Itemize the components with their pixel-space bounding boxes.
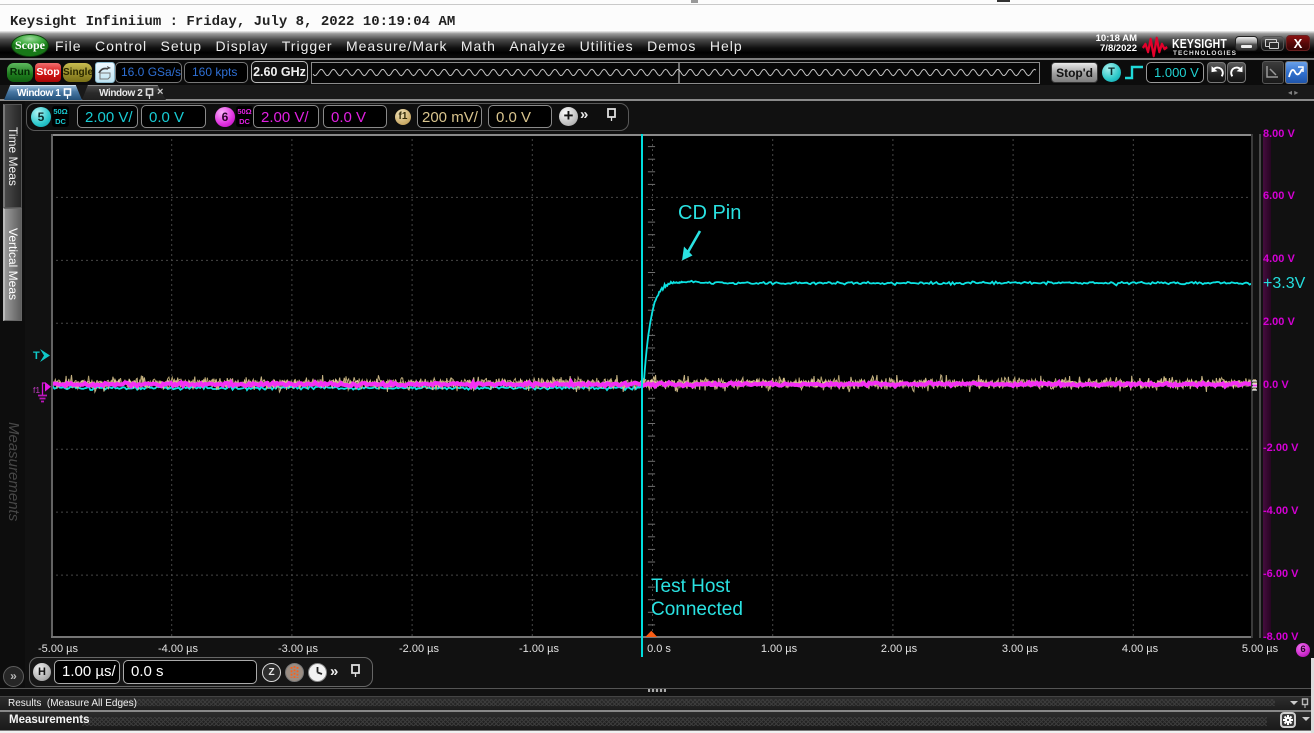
svg-text:Test Host: Test Host [651, 576, 731, 597]
svg-text:Connected: Connected [651, 599, 743, 620]
svg-text:T: T [33, 350, 40, 362]
svg-text:CD Pin: CD Pin [678, 202, 741, 224]
svg-text:f1: f1 [33, 385, 40, 395]
